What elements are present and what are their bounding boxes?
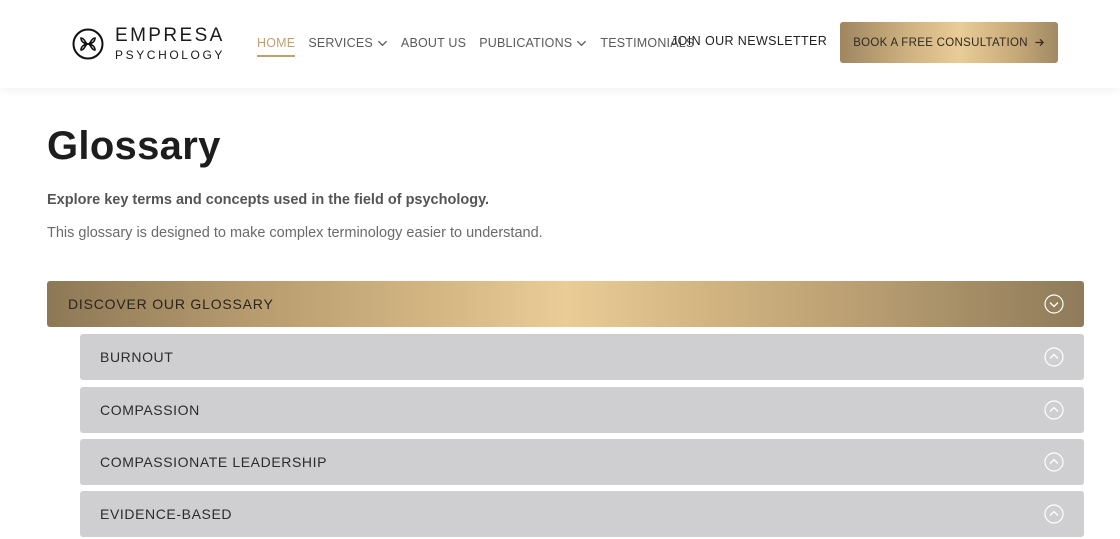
glossary-term-evidence-based[interactable]: EVIDENCE-BASED: [80, 491, 1084, 537]
page-description: This glossary is designed to make comple…: [47, 225, 543, 241]
logo-wordmark: EMPRESA PSYCHOLOGY: [115, 26, 225, 61]
nav-item-home[interactable]: HOME: [257, 36, 296, 57]
glossary-term-compassionate-leadership[interactable]: COMPASSIONATE LEADERSHIP: [80, 439, 1084, 485]
site-logo[interactable]: EMPRESA PSYCHOLOGY: [72, 26, 225, 61]
arrow-right-icon: [1035, 38, 1044, 47]
logo-tagline: PSYCHOLOGY: [115, 48, 226, 62]
glossary-term-label: EVIDENCE-BASED: [100, 506, 233, 522]
chevron-down-icon: [377, 40, 387, 46]
page-title: Glossary: [47, 124, 221, 168]
chevron-down-icon: [577, 40, 587, 46]
nav-item-label: HOME: [257, 36, 296, 50]
chevron-up-circle-icon: [1044, 452, 1064, 472]
newsletter-link[interactable]: JOIN OUR NEWSLETTER: [671, 34, 827, 48]
glossary-term-compassion[interactable]: COMPASSION: [80, 387, 1084, 433]
glossary-term-label: BURNOUT: [100, 349, 174, 365]
chevron-up-circle-icon: [1044, 400, 1064, 420]
glossary-term-burnout[interactable]: BURNOUT: [80, 334, 1084, 380]
nav-item-services[interactable]: SERVICES: [308, 36, 388, 50]
nav-item-publications[interactable]: PUBLICATIONS: [479, 36, 587, 50]
chevron-down-circle-icon: [1044, 294, 1064, 314]
cta-label: BOOK A FREE CONSULTATION: [853, 36, 1028, 49]
book-consultation-button[interactable]: BOOK A FREE CONSULTATION: [840, 22, 1058, 63]
glossary-header-label: DISCOVER OUR GLOSSARY: [68, 296, 274, 312]
site-header: EMPRESA PSYCHOLOGY HOME SERVICES ABOUT U…: [0, 0, 1120, 88]
chevron-up-circle-icon: [1044, 347, 1064, 367]
page-subtitle: Explore key terms and concepts used in t…: [47, 192, 490, 208]
glossary-accordion-header[interactable]: DISCOVER OUR GLOSSARY: [47, 281, 1084, 327]
nav-item-about-us[interactable]: ABOUT US: [401, 36, 466, 50]
nav-item-label: SERVICES: [308, 36, 373, 50]
nav-item-label: ABOUT US: [400, 36, 467, 50]
glossary-term-label: COMPASSION: [100, 402, 200, 418]
nav-item-label: PUBLICATIONS: [479, 36, 573, 50]
empresa-logo-icon: [72, 28, 104, 59]
logo-name: EMPRESA: [115, 25, 225, 46]
chevron-up-circle-icon: [1044, 504, 1064, 524]
glossary-term-label: COMPASSIONATE LEADERSHIP: [100, 454, 328, 470]
main-nav: HOME SERVICES ABOUT US PUBLICATIONS TEST…: [257, 36, 707, 57]
